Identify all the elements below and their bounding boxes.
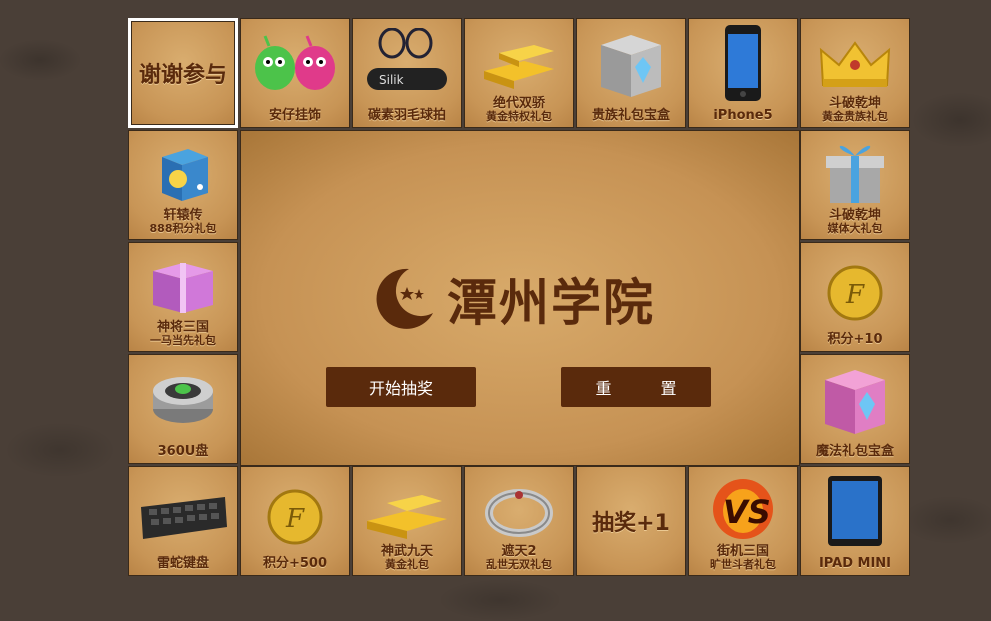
prize-label: 轩辕传 bbox=[163, 208, 203, 223]
prize-cell-points-10: F 积分+10 bbox=[800, 242, 910, 352]
prize-label: 积分+500 bbox=[262, 556, 328, 571]
center-panel: 潭州学院 开始抽奖 重 置 bbox=[240, 130, 800, 466]
magic-box-icon bbox=[801, 363, 909, 435]
prize-label: 抽奖+1 bbox=[592, 511, 670, 536]
prize-label: IPAD MINI bbox=[818, 556, 892, 571]
prize-label: 雷蛇键盘 bbox=[156, 556, 209, 571]
prize-cell-arcade-pack: VS 街机三国 旷世斗者礼包 bbox=[688, 466, 798, 576]
svg-text:F: F bbox=[845, 280, 865, 310]
prize-cell-shenjiang: 神将三国 一马当先礼包 bbox=[128, 242, 238, 352]
prize-label: 魔法礼包宝盒 bbox=[815, 444, 894, 459]
prize-cell-media-pack: 斗破乾坤 媒体大礼包 bbox=[800, 130, 910, 240]
prize-sublabel: 媒体大礼包 bbox=[827, 222, 883, 235]
prize-cell-usb-drive: 360U盘 bbox=[128, 354, 238, 464]
prize-label: 神将三国 bbox=[156, 320, 209, 335]
prize-label: 积分+10 bbox=[827, 332, 883, 347]
gold-bar-icon bbox=[353, 477, 461, 549]
prize-sublabel: 黄金特权礼包 bbox=[486, 110, 552, 123]
svg-text:VS: VS bbox=[723, 493, 771, 531]
prize-cell-pendant: 安仔挂饰 bbox=[240, 18, 350, 128]
purple-gift-icon bbox=[129, 249, 237, 321]
svg-text:F: F bbox=[285, 504, 305, 534]
prize-label: 安仔挂饰 bbox=[268, 108, 321, 123]
prize-cell-gold-bar: 绝代双骄 黄金特权礼包 bbox=[464, 18, 574, 128]
school-name: 潭州学院 bbox=[447, 273, 655, 332]
ipad-icon bbox=[801, 475, 909, 547]
svg-text:Silik: Silik bbox=[379, 73, 404, 87]
keyboard-icon bbox=[129, 481, 237, 553]
prize-cell-extra-draw: 抽奖+1 bbox=[576, 466, 686, 576]
prize-cell-noble-box: 贵族礼包宝盒 bbox=[576, 18, 686, 128]
prize-label: 绝代双骄 bbox=[492, 96, 545, 111]
blue-gift-icon bbox=[129, 137, 237, 209]
gold-coin-icon: F bbox=[241, 481, 349, 553]
iphone-icon bbox=[689, 25, 797, 101]
prize-label: 贵族礼包宝盒 bbox=[591, 108, 670, 123]
prize-cell-points-500: F 积分+500 bbox=[240, 466, 350, 576]
prize-label: 谢谢参与 bbox=[138, 63, 227, 88]
lottery-board: 谢谢参与 安仔挂饰 Silik 碳素羽毛球拍 绝代双骄 黄金特权礼包 贵族礼包宝… bbox=[128, 18, 912, 578]
vs-fire-icon: VS bbox=[689, 471, 797, 543]
school-logo: 潭州学院 bbox=[369, 263, 655, 335]
prize-cell-xuanyuan: 轩辕传 888积分礼包 bbox=[128, 130, 238, 240]
gold-bar-icon bbox=[465, 25, 573, 97]
prize-sublabel: 黄金贵族礼包 bbox=[822, 110, 888, 123]
prize-sublabel: 一马当先礼包 bbox=[150, 334, 216, 347]
prize-cell-iphone: iPhone5 bbox=[688, 18, 798, 128]
reset-button[interactable]: 重 置 bbox=[561, 367, 711, 407]
prize-cell-thanks: 谢谢参与 bbox=[128, 18, 238, 128]
prize-cell-shenwu: 神武九天 黄金礼包 bbox=[352, 466, 462, 576]
prize-sublabel: 乱世无双礼包 bbox=[486, 558, 552, 571]
prize-cell-zhetian: 遮天2 乱世无双礼包 bbox=[464, 466, 574, 576]
gold-coin-icon: F bbox=[801, 257, 909, 329]
silver-ring-icon bbox=[465, 475, 573, 547]
moon-stars-icon bbox=[376, 268, 433, 329]
silver-box-icon bbox=[577, 27, 685, 99]
prize-sublabel: 黄金礼包 bbox=[385, 558, 429, 571]
prize-label: 360U盘 bbox=[157, 444, 209, 459]
gift-box-icon bbox=[801, 137, 909, 209]
prize-label: 街机三国 bbox=[716, 544, 769, 559]
prize-cell-crown: 斗破乾坤 黄金贵族礼包 bbox=[800, 18, 910, 128]
prize-label: iPhone5 bbox=[713, 108, 773, 123]
pendant-icon bbox=[241, 27, 349, 99]
prize-sublabel: 旷世斗者礼包 bbox=[710, 558, 776, 571]
prize-label: 斗破乾坤 bbox=[828, 208, 881, 223]
prize-cell-keyboard: 雷蛇键盘 bbox=[128, 466, 238, 576]
prize-cell-magic-box: 魔法礼包宝盒 bbox=[800, 354, 910, 464]
prize-cell-racket: Silik 碳素羽毛球拍 bbox=[352, 18, 462, 128]
badminton-racket-icon: Silik bbox=[353, 27, 461, 99]
prize-cell-ipad-mini: IPAD MINI bbox=[800, 466, 910, 576]
start-draw-button[interactable]: 开始抽奖 bbox=[326, 367, 476, 407]
crown-icon bbox=[801, 29, 909, 101]
prize-label: 碳素羽毛球拍 bbox=[367, 108, 446, 123]
usb-tin-icon bbox=[129, 363, 237, 435]
prize-sublabel: 888积分礼包 bbox=[149, 222, 217, 235]
prize-label: 斗破乾坤 bbox=[828, 96, 881, 111]
prize-label: 遮天2 bbox=[501, 544, 537, 559]
prize-label: 神武九天 bbox=[380, 544, 433, 559]
